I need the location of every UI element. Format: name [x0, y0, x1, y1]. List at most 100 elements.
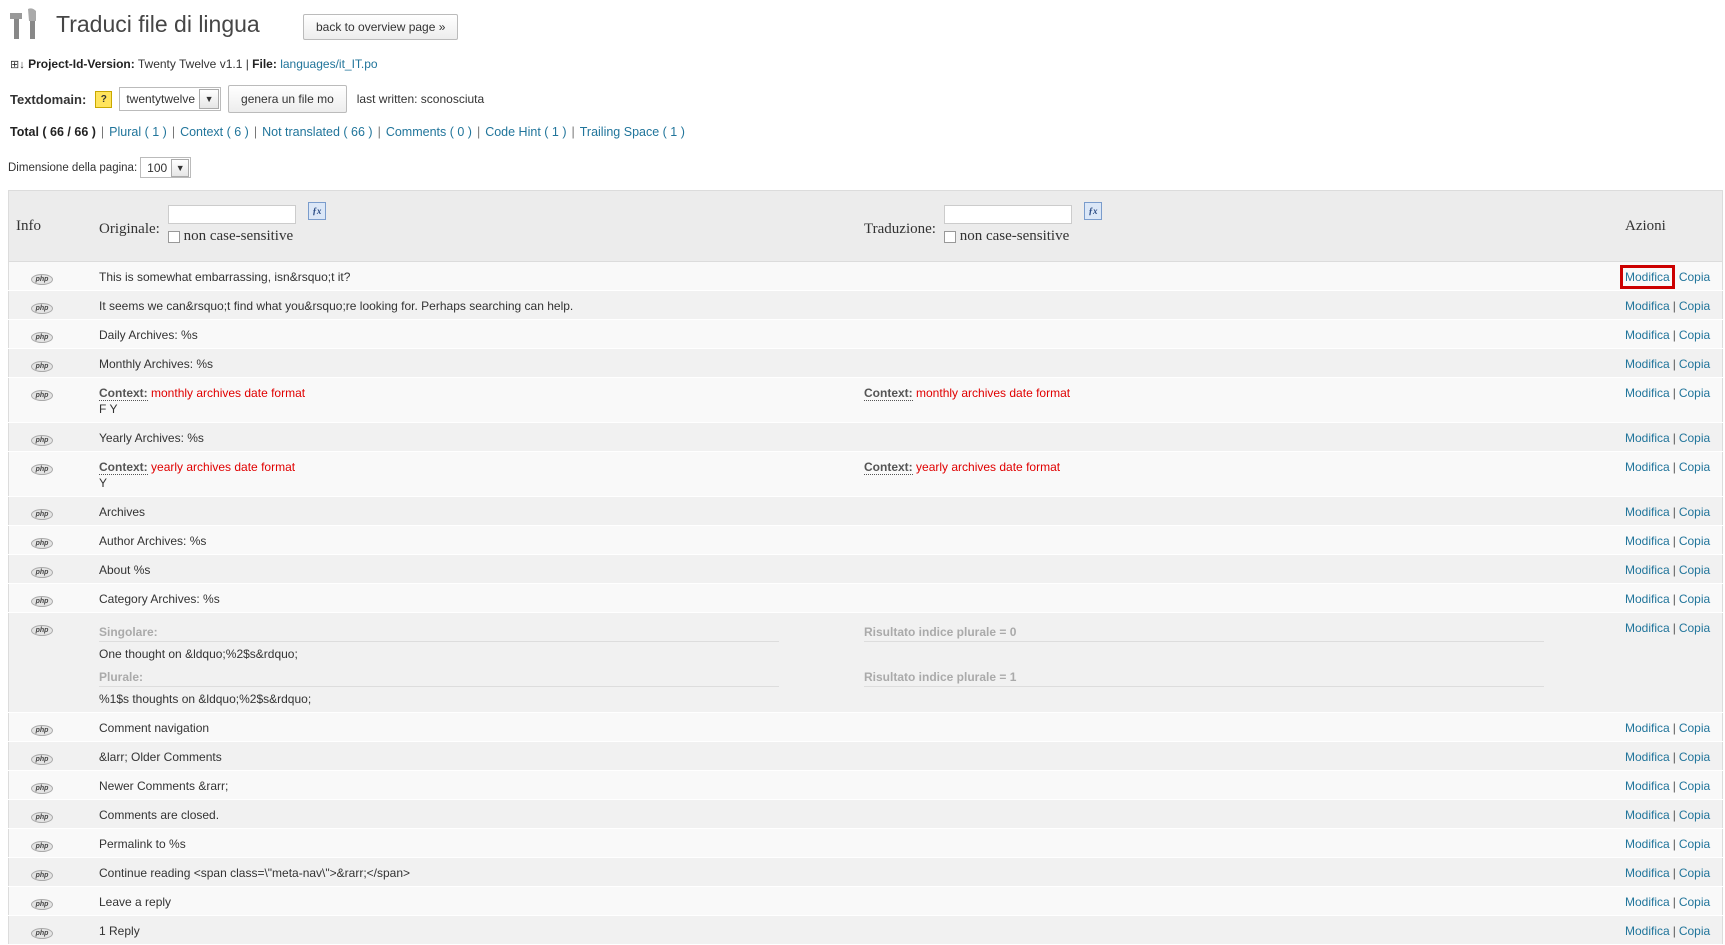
copy-link[interactable]: Copia [1679, 779, 1710, 793]
copy-link[interactable]: Copia [1679, 808, 1710, 822]
edit-link[interactable]: Modifica [1625, 808, 1670, 822]
original-case-label: non case-sensitive [183, 228, 294, 244]
original-text: Comments are closed. [99, 808, 220, 822]
context-label: Context: [864, 386, 913, 401]
copy-link[interactable]: Copia [1679, 837, 1710, 851]
copy-link[interactable]: Copia [1679, 431, 1710, 445]
project-version: Twenty Twelve v1.1 [137, 57, 243, 71]
file-label: File: [252, 57, 277, 71]
table-row: php Monthly Archives: %s Modifica | Copia [8, 348, 1723, 378]
back-to-overview-button[interactable]: back to overview page » [303, 14, 459, 40]
copy-link[interactable]: Copia [1679, 328, 1710, 342]
project-version-label: Project-Id-Version: [28, 57, 135, 71]
copy-link[interactable]: Copia [1679, 721, 1710, 735]
table-row: php Category Archives: %s Modifica | Copia [8, 583, 1723, 613]
edit-link[interactable]: Modifica [1625, 837, 1670, 851]
copy-link[interactable]: Copia [1679, 592, 1710, 606]
last-written-label: last written: [356, 92, 418, 106]
tools-icon [8, 7, 42, 41]
translation-table: Info Originale: ƒx non case-sensitive Tr… [8, 190, 1723, 945]
file-link[interactable]: languages/it_IT.po [280, 57, 377, 71]
filter-comments[interactable]: Comments ( 0 ) [386, 125, 472, 139]
copy-link[interactable]: Copia [1679, 895, 1710, 909]
expand-icon[interactable]: ⊞↓ [10, 59, 25, 71]
copy-link[interactable]: Copia [1679, 750, 1710, 764]
table-row: php Permalink to %s Modifica | Copia [8, 828, 1723, 858]
page-size-control: Dimensione della pagina: 100 ▼ [8, 157, 192, 178]
php-icon: php [31, 812, 53, 823]
table-row: php &larr; Older Comments Modifica | Copia [8, 741, 1723, 771]
table-row: php Context: monthly archives date forma… [8, 377, 1723, 423]
original-text: This is somewhat embarrassing, isn&rsquo… [99, 270, 351, 284]
edit-link[interactable]: Modifica [1620, 265, 1675, 289]
edit-link[interactable]: Modifica [1625, 534, 1670, 548]
copy-link[interactable]: Copia [1679, 505, 1710, 519]
original-case-checkbox[interactable] [167, 230, 180, 243]
copy-link[interactable]: Copia [1679, 357, 1710, 371]
textdomain-value: twentytwelve [126, 92, 196, 106]
filter-context[interactable]: Context ( 6 ) [180, 125, 249, 139]
copy-link[interactable]: Copia [1679, 460, 1710, 474]
original-text: &larr; Older Comments [99, 750, 222, 764]
page-size-select[interactable]: 100 ▼ [140, 157, 192, 178]
edit-link[interactable]: Modifica [1625, 779, 1670, 793]
edit-link[interactable]: Modifica [1625, 924, 1670, 938]
edit-link[interactable]: Modifica [1625, 621, 1670, 635]
table-row: php Archives Modifica | Copia [8, 496, 1723, 526]
php-icon: php [31, 870, 53, 881]
php-icon: php [31, 596, 53, 607]
translation-case-checkbox[interactable] [943, 230, 956, 243]
filter-plural[interactable]: Plural ( 1 ) [109, 125, 167, 139]
edit-link[interactable]: Modifica [1625, 328, 1670, 342]
edit-link[interactable]: Modifica [1625, 721, 1670, 735]
copy-link[interactable]: Copia [1679, 563, 1710, 577]
filter-links: Total ( 66 / 66 ) | Plural ( 1 ) | Context (… [10, 125, 685, 139]
copy-link[interactable]: Copia [1679, 621, 1710, 635]
edit-link[interactable]: Modifica [1625, 895, 1670, 909]
chevron-down-icon[interactable]: ▼ [171, 158, 190, 177]
php-icon: php [31, 841, 53, 852]
original-label: Originale: [99, 221, 160, 237]
copy-link[interactable]: Copia [1679, 534, 1710, 548]
help-icon[interactable]: ? [95, 90, 113, 108]
edit-link[interactable]: Modifica [1625, 386, 1670, 400]
edit-link[interactable]: Modifica [1625, 563, 1670, 577]
original-text: It seems we can&rsquo;t find what you&rs… [99, 299, 574, 313]
copy-link[interactable]: Copia [1679, 924, 1710, 938]
translation-search-input[interactable] [943, 205, 1072, 224]
copy-link[interactable]: Copia [1679, 270, 1710, 284]
edit-link[interactable]: Modifica [1625, 431, 1670, 445]
edit-link[interactable]: Modifica [1625, 460, 1670, 474]
copy-link[interactable]: Copia [1679, 299, 1710, 313]
fx-icon[interactable]: ƒx [1083, 202, 1102, 220]
chevron-down-icon[interactable]: ▼ [199, 89, 220, 109]
original-search-input[interactable] [167, 205, 296, 224]
singular-label: Singolare: [99, 624, 779, 642]
fx-icon[interactable]: ƒx [307, 202, 326, 220]
filter-code-hint[interactable]: Code Hint ( 1 ) [485, 125, 566, 139]
textdomain-select[interactable]: twentytwelve ▼ [119, 87, 222, 111]
edit-link[interactable]: Modifica [1625, 505, 1670, 519]
page-title: Traduci file di lingua [56, 10, 260, 37]
plural-result-0: Risultato indice plurale = 0 [864, 624, 1544, 642]
edit-link[interactable]: Modifica [1625, 299, 1670, 313]
filter-total[interactable]: Total ( 66 / 66 ) [10, 125, 96, 139]
generate-mo-button[interactable]: genera un file mo [228, 85, 347, 113]
last-written: last written: sconosciuta [357, 92, 484, 106]
column-translation: Traduzione: ƒx non case-sensitive [860, 190, 1625, 262]
copy-link[interactable]: Copia [1679, 386, 1710, 400]
context-label: Context: [99, 386, 148, 401]
php-icon: php [31, 464, 53, 475]
php-icon: php [31, 567, 53, 578]
page-size-value: 100 [147, 160, 168, 175]
filter-not-translated[interactable]: Not translated ( 66 ) [262, 125, 372, 139]
php-icon: php [31, 754, 53, 765]
php-icon: php [31, 435, 53, 446]
edit-link[interactable]: Modifica [1625, 592, 1670, 606]
edit-link[interactable]: Modifica [1625, 750, 1670, 764]
original-plural: %1$s thoughts on &ldquo;%2$s&rdquo; [99, 692, 312, 706]
filter-trailing-space[interactable]: Trailing Space ( 1 ) [580, 125, 685, 139]
table-row: php Singolare: One thought on &ldquo;%2$… [8, 612, 1723, 713]
edit-link[interactable]: Modifica [1625, 357, 1670, 371]
php-icon: php [31, 899, 53, 910]
